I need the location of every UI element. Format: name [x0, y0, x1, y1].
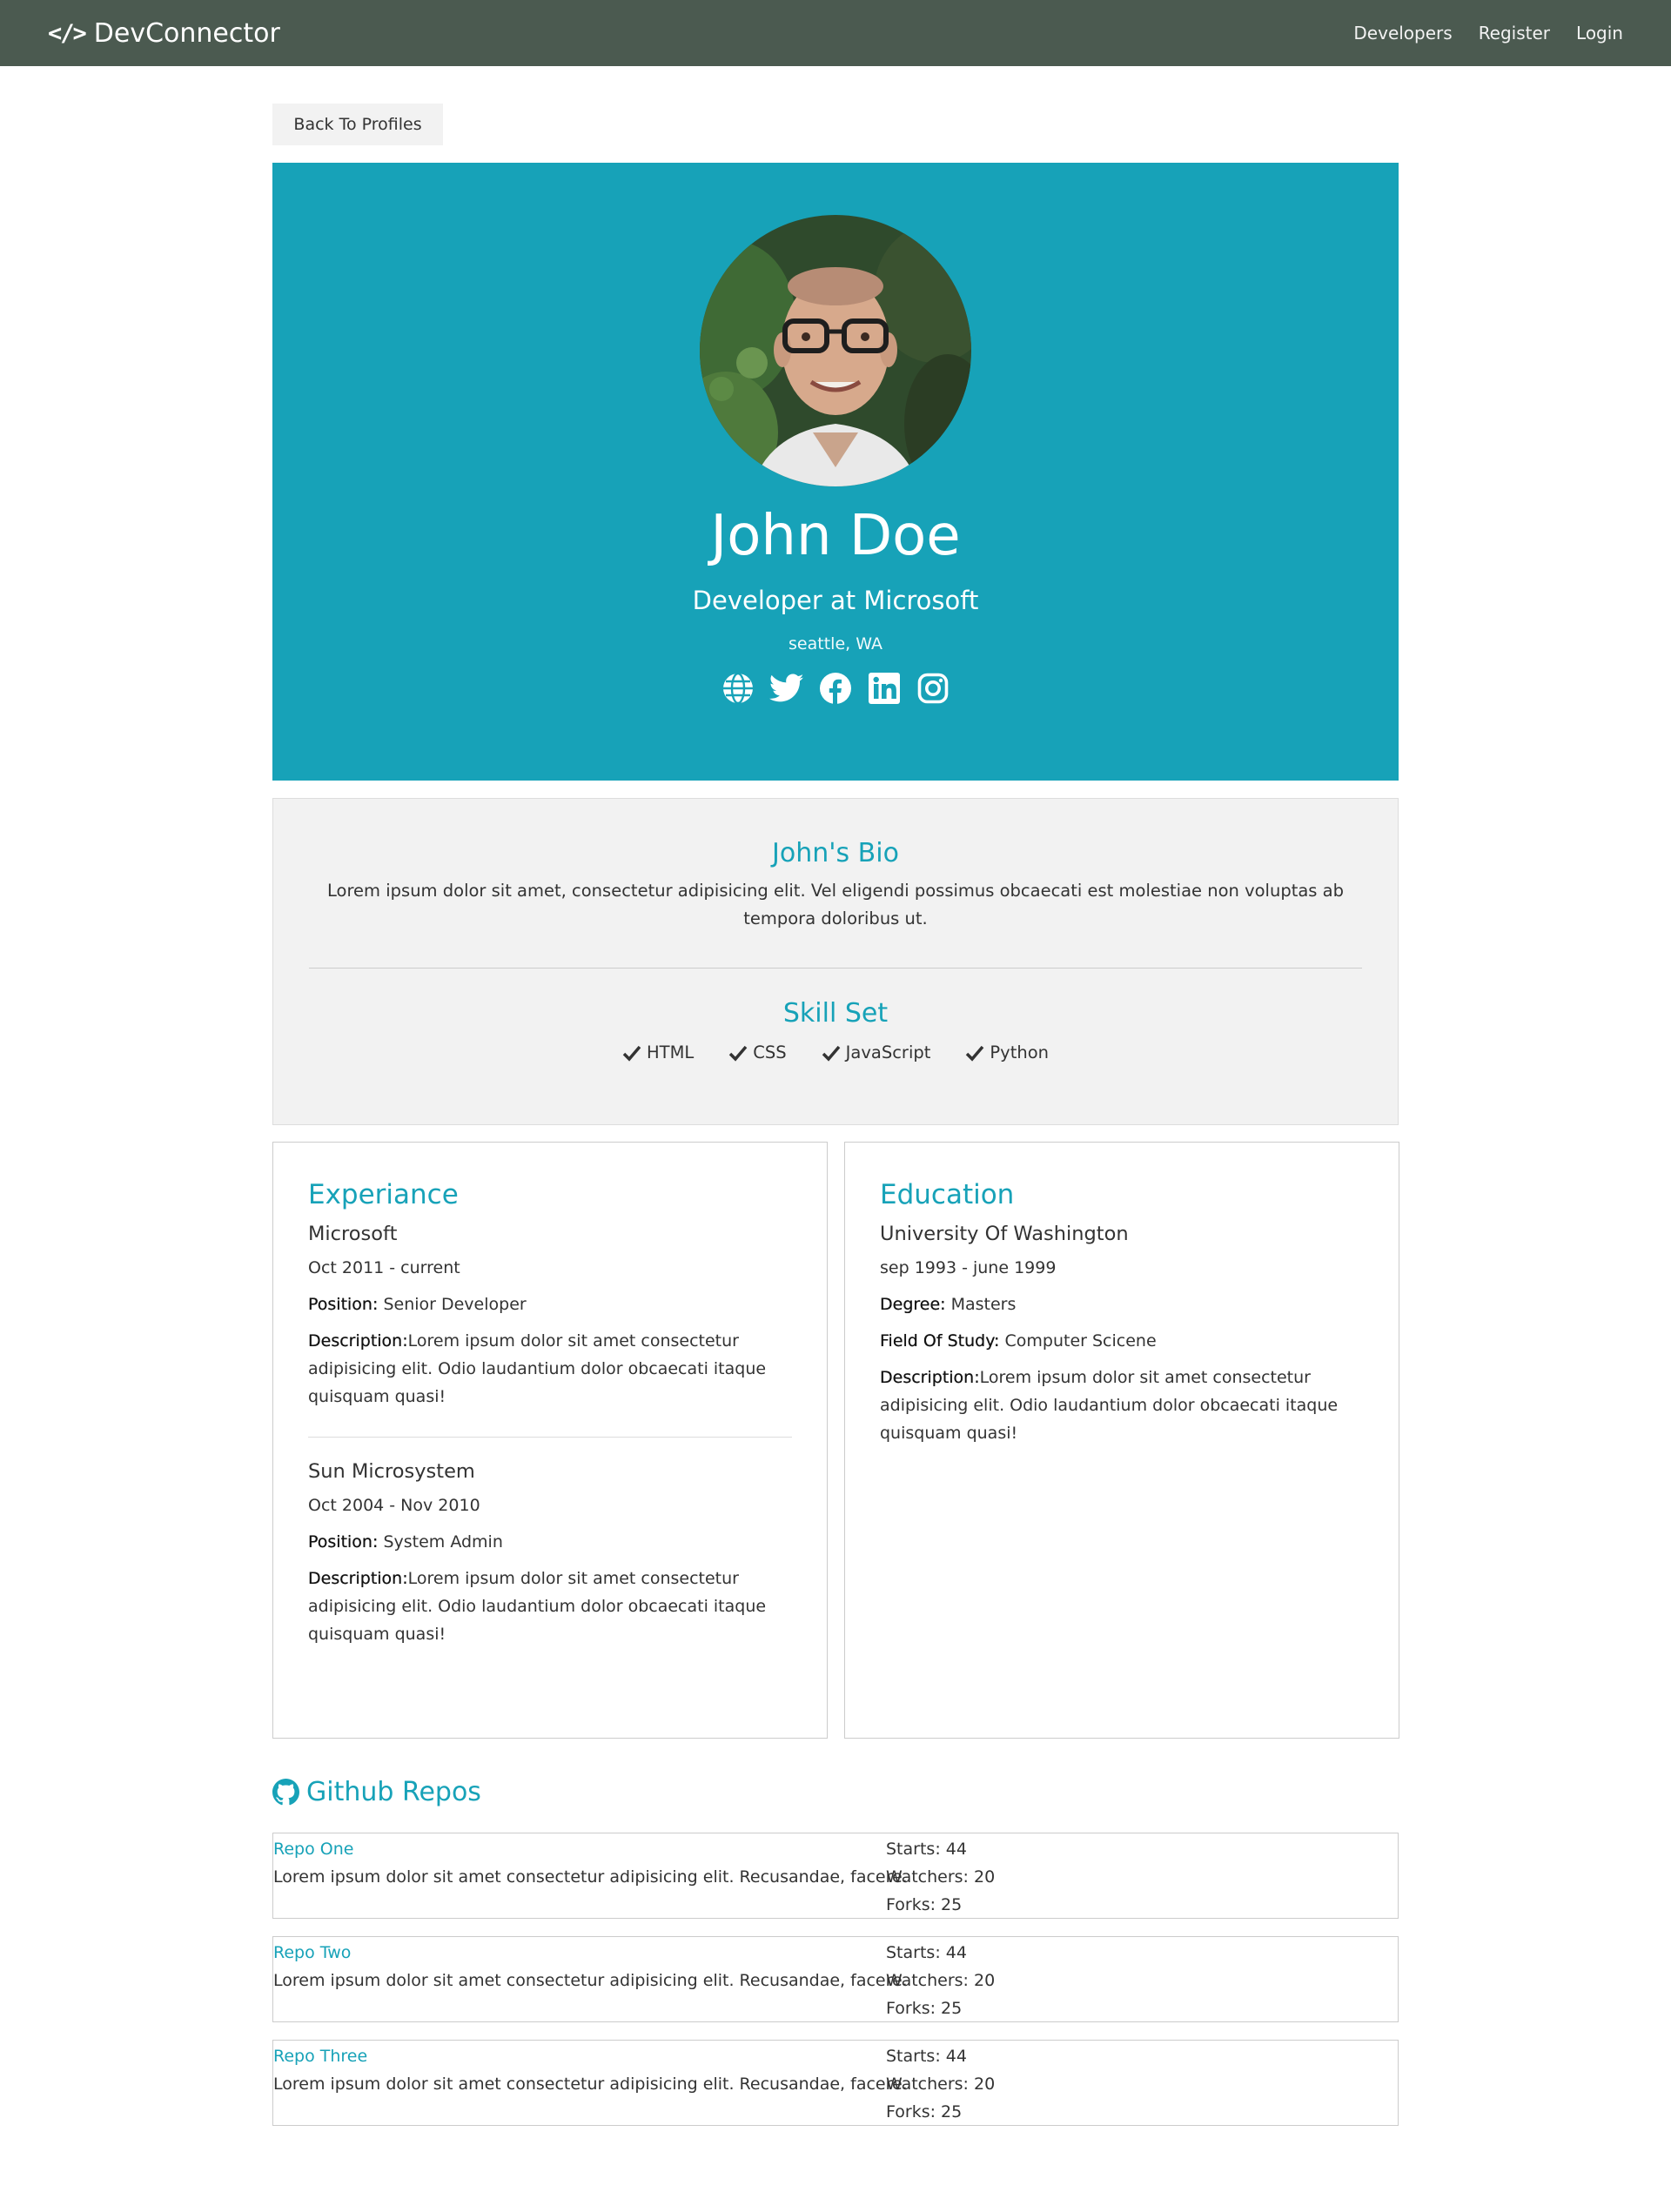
field-value: Computer Scicene	[1004, 1331, 1157, 1351]
skill-item: Python	[965, 1042, 1049, 1062]
check-icon	[729, 1045, 748, 1062]
check-icon	[622, 1045, 641, 1062]
brand-name: DevConnector	[93, 17, 280, 49]
back-to-profiles-button[interactable]: Back To Profiles	[272, 104, 443, 145]
skill-item: HTML	[622, 1042, 694, 1062]
education-entry: University Of Washington sep 1993 - june…	[880, 1223, 1364, 1447]
repo-card: Repo Three Lorem ipsum dolor sit amet co…	[272, 2040, 1399, 2126]
divider	[308, 1437, 792, 1438]
description-line: Description:Lorem ipsum dolor sit amet c…	[880, 1364, 1364, 1447]
repo-description: Lorem ipsum dolor sit amet consectetur a…	[273, 2075, 908, 2094]
description-line: Description:Lorem ipsum dolor sit amet c…	[308, 1327, 792, 1411]
repo-description: Lorem ipsum dolor sit amet consectetur a…	[273, 1971, 908, 1990]
github-repos-label: Github Repos	[306, 1777, 481, 1807]
bio-card: John's Bio Lorem ipsum dolor sit amet, c…	[272, 798, 1399, 1125]
repo-forks: Forks: 25	[886, 2102, 963, 2122]
experience-title: Experiance	[308, 1179, 459, 1210]
nav-links: Developers Register Login	[1353, 23, 1623, 44]
bio-title: John's Bio	[772, 838, 899, 868]
github-repos-title: Github Repos	[272, 1777, 481, 1807]
field-line: Field Of Study: Computer Scicene	[880, 1327, 1364, 1355]
globe-icon[interactable]	[721, 671, 755, 706]
repo-stars: Starts: 44	[886, 2047, 967, 2066]
twitter-icon[interactable]	[769, 671, 804, 706]
skill-list: HTML CSS JavaScript Python	[273, 1042, 1398, 1062]
repo-link[interactable]: Repo One	[273, 1835, 887, 1863]
profile-name: John Doe	[710, 504, 961, 568]
repo-stars: Starts: 44	[886, 1943, 967, 1962]
repo-link[interactable]: Repo Two	[273, 1939, 887, 1967]
skill-item: CSS	[728, 1042, 787, 1062]
repo-forks: Forks: 25	[886, 1999, 963, 2018]
degree-line: Degree: Masters	[880, 1290, 1364, 1318]
instagram-icon[interactable]	[916, 671, 950, 706]
skill-label: JavaScript	[845, 1042, 931, 1062]
brand-link[interactable]: </> DevConnector	[48, 18, 280, 49]
navbar: </> DevConnector Developers Register Log…	[0, 0, 1671, 66]
skill-label: CSS	[753, 1042, 787, 1062]
github-icon	[272, 1779, 299, 1806]
skill-label: Python	[990, 1042, 1049, 1062]
nav-link-register[interactable]: Register	[1479, 23, 1550, 44]
experience-entry: Sun Microsystem Oct 2004 - Nov 2010 Posi…	[308, 1460, 792, 1648]
repo-stats: Starts: 44 Watchers: 20 Forks: 25	[886, 2042, 995, 2126]
divider	[309, 968, 1362, 969]
company-name: Microsoft	[308, 1223, 398, 1245]
code-icon: </>	[48, 19, 87, 47]
field-label: Field Of Study:	[880, 1331, 1000, 1351]
facebook-icon[interactable]	[818, 671, 853, 706]
education-dates: sep 1993 - june 1999	[880, 1258, 1057, 1277]
description-label: Description:	[880, 1368, 980, 1387]
check-icon	[966, 1045, 984, 1062]
repo-watchers: Watchers: 20	[886, 2075, 996, 2094]
position-value: System Admin	[383, 1532, 503, 1552]
profile-location: seattle, WA	[789, 634, 882, 654]
check-icon	[822, 1045, 840, 1062]
repo-watchers: Watchers: 20	[886, 1867, 996, 1887]
profile-status: Developer at Microsoft	[692, 586, 979, 616]
repo-link[interactable]: Repo Three	[273, 2042, 887, 2070]
nav-link-developers[interactable]: Developers	[1353, 23, 1452, 44]
bio-text: Lorem ipsum dolor sit amet, consectetur …	[327, 881, 1344, 928]
position-line: Position: Senior Developer	[308, 1290, 792, 1318]
description-label: Description:	[308, 1331, 408, 1351]
degree-value: Masters	[950, 1295, 1017, 1314]
linkedin-icon[interactable]	[867, 671, 902, 706]
description-line: Description:Lorem ipsum dolor sit amet c…	[308, 1565, 792, 1648]
experience-entry: Microsoft Oct 2011 - current Position: S…	[308, 1223, 792, 1438]
experience-dates: Oct 2004 - Nov 2010	[308, 1496, 480, 1515]
experience-card: Experiance Microsoft Oct 2011 - current …	[272, 1142, 828, 1739]
repo-card: Repo One Lorem ipsum dolor sit amet cons…	[272, 1833, 1399, 1919]
repo-stats: Starts: 44 Watchers: 20 Forks: 25	[886, 1835, 995, 1919]
position-label: Position:	[308, 1532, 379, 1552]
education-title: Education	[880, 1179, 1015, 1210]
company-name: Sun Microsystem	[308, 1460, 475, 1483]
repo-description: Lorem ipsum dolor sit amet consectetur a…	[273, 1867, 908, 1887]
experience-dates: Oct 2011 - current	[308, 1258, 460, 1277]
skill-item: JavaScript	[822, 1042, 931, 1062]
description-label: Description:	[308, 1569, 408, 1588]
avatar	[700, 215, 971, 486]
repo-forks: Forks: 25	[886, 1895, 963, 1914]
social-links	[721, 671, 950, 706]
degree-label: Degree:	[880, 1295, 946, 1314]
skill-label: HTML	[647, 1042, 695, 1062]
repo-stats: Starts: 44 Watchers: 20 Forks: 25	[886, 1939, 995, 2022]
position-line: Position: System Admin	[308, 1528, 792, 1556]
education-card: Education University Of Washington sep 1…	[844, 1142, 1399, 1739]
repo-stars: Starts: 44	[886, 1840, 967, 1859]
profile-top-card: John Doe Developer at Microsoft seattle,…	[272, 163, 1399, 781]
nav-link-login[interactable]: Login	[1576, 23, 1623, 44]
position-label: Position:	[308, 1295, 379, 1314]
position-value: Senior Developer	[383, 1295, 527, 1314]
repo-watchers: Watchers: 20	[886, 1971, 996, 1990]
school-name: University Of Washington	[880, 1223, 1129, 1245]
skill-set-title: Skill Set	[782, 998, 889, 1029]
repo-card: Repo Two Lorem ipsum dolor sit amet cons…	[272, 1936, 1399, 2022]
